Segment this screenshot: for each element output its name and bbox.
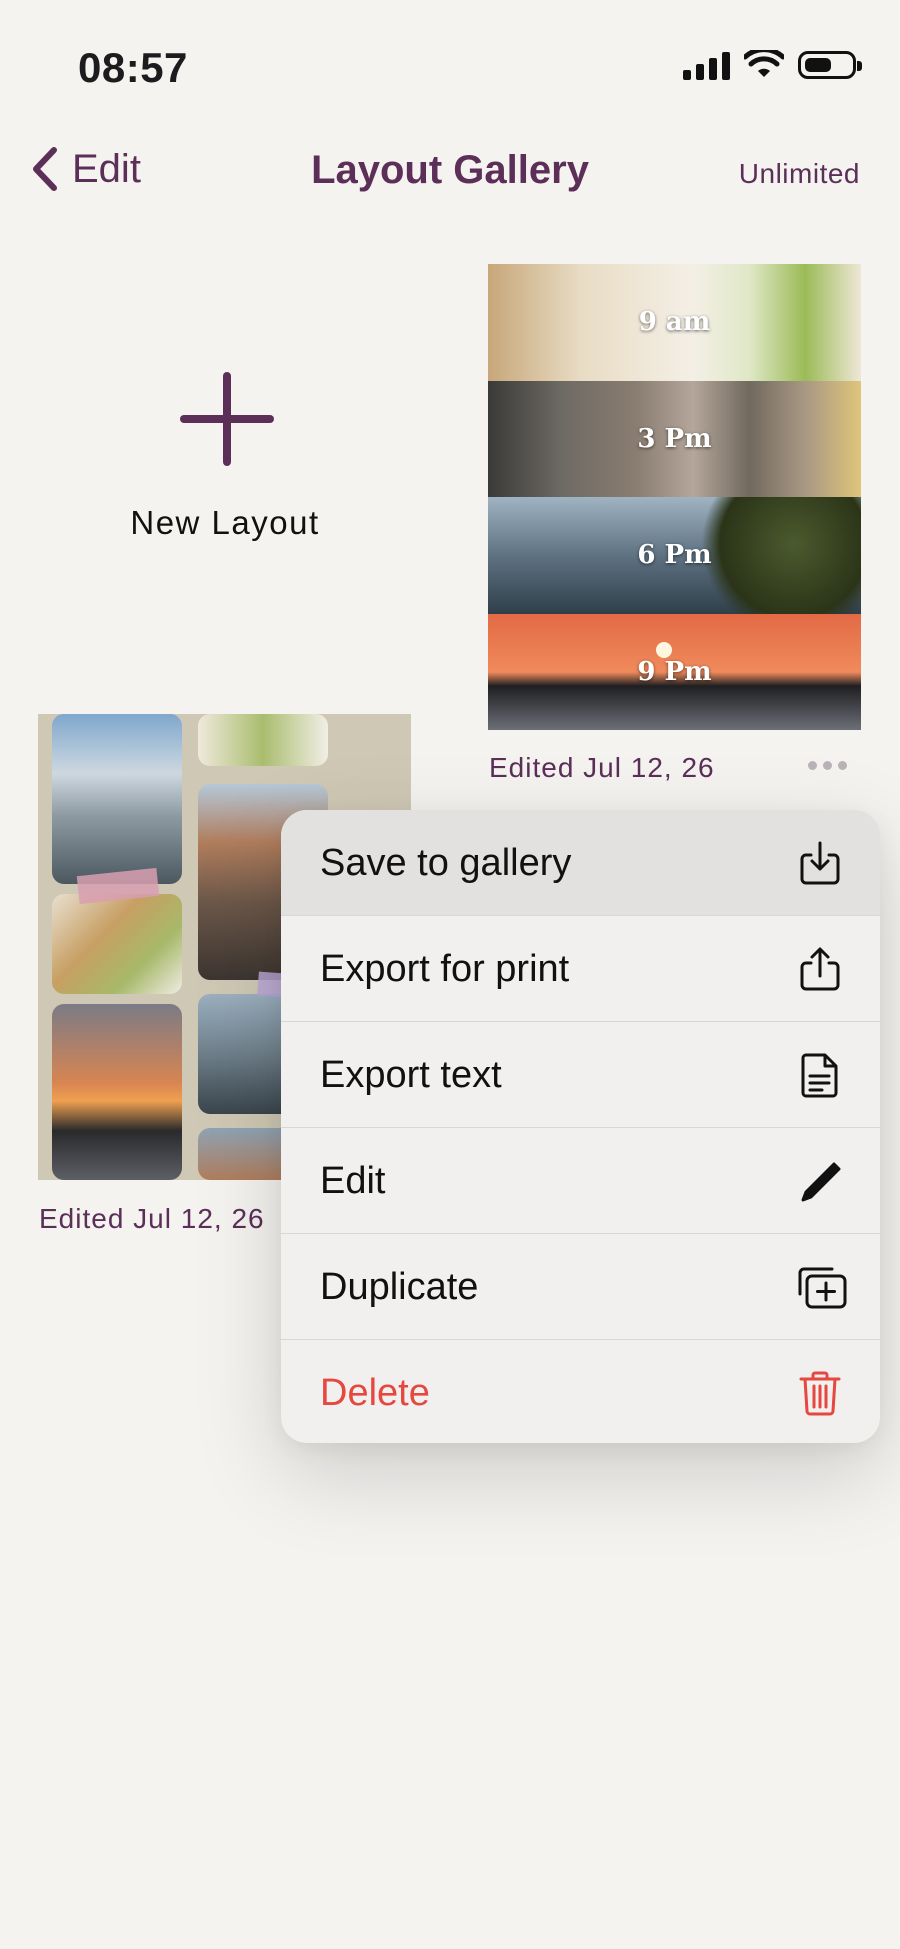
plus-icon xyxy=(180,372,274,466)
wifi-icon xyxy=(744,50,784,77)
menu-item-label: Export text xyxy=(320,1054,502,1096)
menu-item-export-for-print[interactable]: Export for print xyxy=(281,916,880,1022)
pencil-icon xyxy=(798,1158,842,1204)
photo-tile xyxy=(52,1004,182,1180)
strip-caption: 3 Pm xyxy=(637,423,712,454)
more-dot xyxy=(838,761,847,770)
save-to-gallery-icon xyxy=(798,840,842,886)
photo-strip: 3 Pm xyxy=(488,380,861,497)
strip-caption: 6 Pm xyxy=(637,540,712,571)
new-layout-button[interactable]: New Layout xyxy=(60,340,390,560)
menu-item-save-to-gallery[interactable]: Save to gallery xyxy=(281,810,880,916)
status-icons xyxy=(683,50,862,80)
more-dot xyxy=(823,761,832,770)
photo-tile xyxy=(198,714,328,766)
unlimited-label[interactable]: Unlimited xyxy=(739,158,860,190)
context-menu: Save to gallery Export for print Export … xyxy=(281,810,880,1443)
photo-strip: 9 Pm xyxy=(488,613,861,730)
photo-strip: 6 Pm xyxy=(488,497,861,614)
status-time: 08:57 xyxy=(78,44,188,91)
share-icon xyxy=(798,946,842,992)
battery-icon xyxy=(798,51,862,79)
cellular-signal-icon xyxy=(683,50,730,80)
photo-tile xyxy=(52,714,182,884)
document-icon xyxy=(798,1052,842,1098)
layout-thumbnail[interactable]: 9 am 3 Pm 6 Pm 9 Pm xyxy=(488,264,861,730)
duplicate-icon xyxy=(794,1264,848,1310)
new-layout-label: New Layout xyxy=(130,504,320,541)
strip-caption: 9 am xyxy=(638,307,711,338)
menu-item-label: Edit xyxy=(320,1160,386,1202)
edited-date: Edited Jul 12, 26 xyxy=(39,1203,265,1234)
menu-item-label: Save to gallery xyxy=(320,842,572,884)
trash-icon xyxy=(798,1370,842,1416)
menu-item-duplicate[interactable]: Duplicate xyxy=(281,1234,880,1340)
more-dot xyxy=(808,761,817,770)
menu-item-export-text[interactable]: Export text xyxy=(281,1022,880,1128)
menu-item-label: Export for print xyxy=(320,948,570,990)
menu-item-delete[interactable]: Delete xyxy=(281,1340,880,1443)
strip-caption: 9 Pm xyxy=(637,656,712,687)
edited-date: Edited Jul 12, 26 xyxy=(489,752,715,783)
more-options-button[interactable] xyxy=(808,755,847,776)
menu-item-label: Delete xyxy=(320,1372,430,1414)
photo-strip: 9 am xyxy=(488,264,861,381)
menu-item-edit[interactable]: Edit xyxy=(281,1128,880,1234)
photo-tile xyxy=(52,894,182,994)
menu-item-label: Duplicate xyxy=(320,1266,479,1308)
